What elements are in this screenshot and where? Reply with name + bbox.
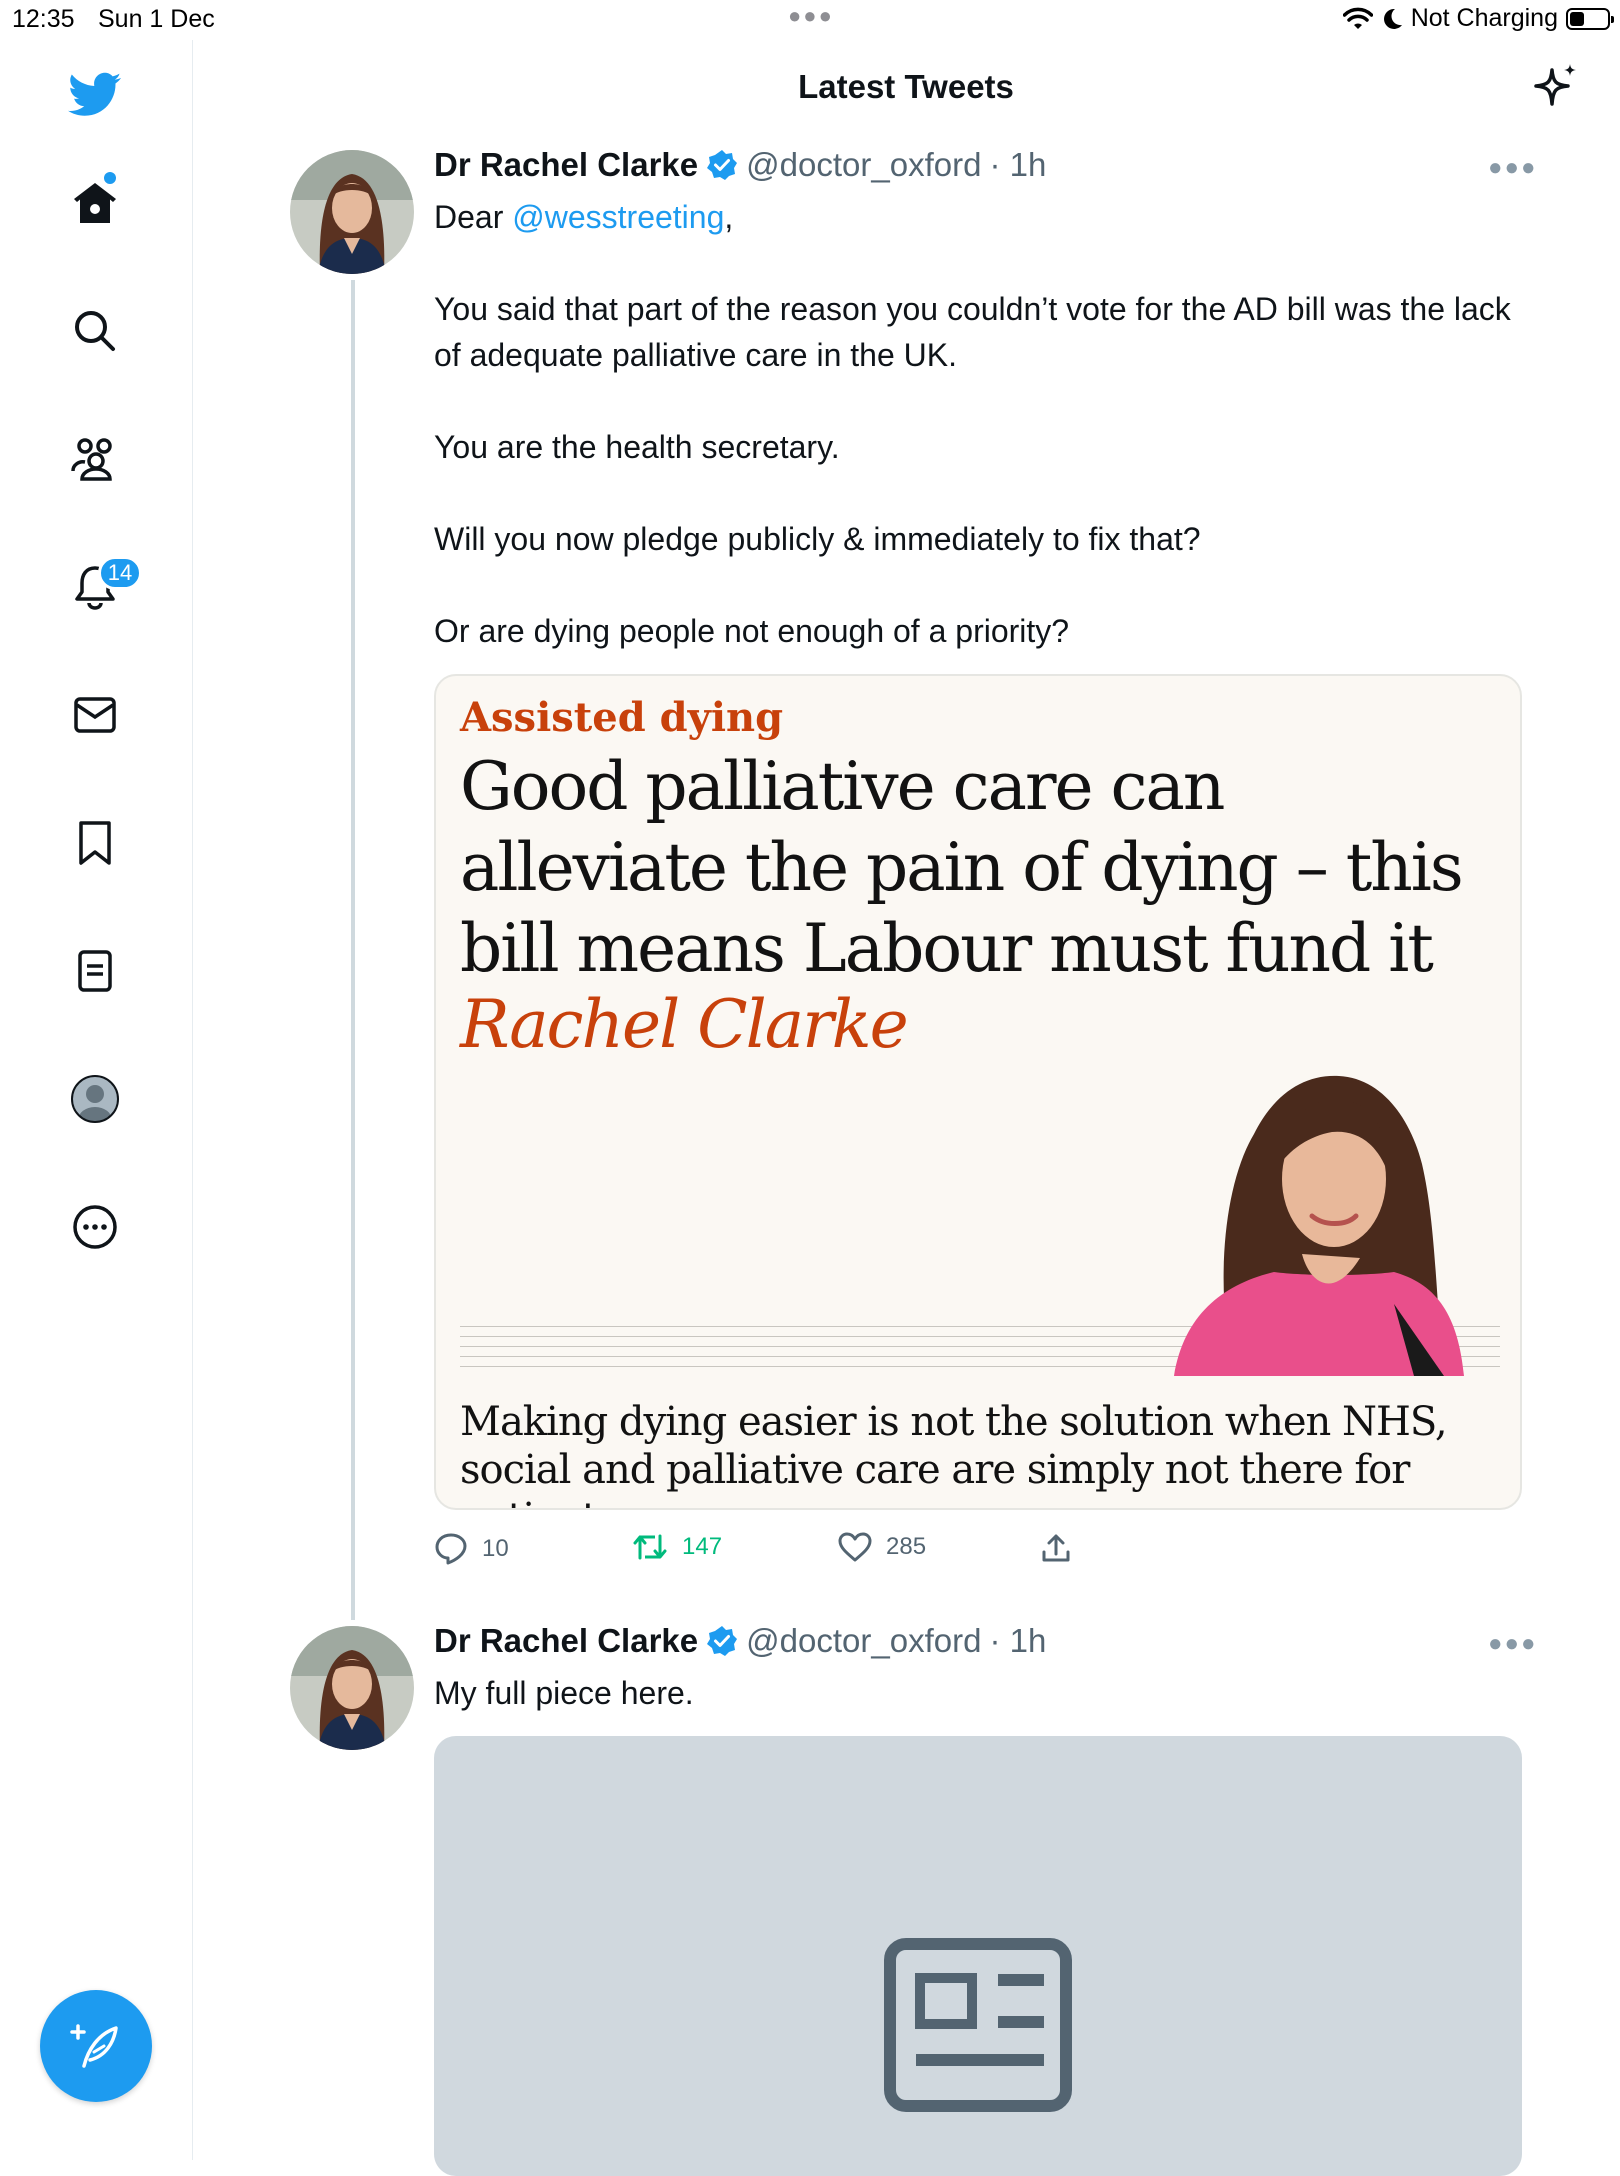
thread-connector-line — [351, 280, 355, 1620]
tweet-header: Dr Rachel Clarke @doctor_oxford · 1h — [434, 1622, 1046, 1660]
status-right: Not Charging — [1342, 4, 1614, 33]
article-image-card[interactable]: Assisted dying Good palliative care can … — [434, 674, 1522, 1510]
moon-icon — [1383, 8, 1402, 29]
link-preview-card[interactable] — [434, 1736, 1522, 2176]
tweet-greeting: Dear @wesstreeting, — [434, 194, 1514, 240]
greeting-suffix: , — [724, 199, 734, 235]
author-name[interactable]: Dr Rachel Clarke — [434, 146, 698, 184]
article-headline: Good palliative care can alleviate the p… — [460, 748, 1464, 987]
tweet-time: · 1h — [989, 146, 1047, 183]
page-title: Latest Tweets — [798, 68, 1014, 105]
tweet-paragraph: Or are dying people not enough of a prio… — [434, 613, 1070, 649]
share-button[interactable] — [1040, 1532, 1072, 1564]
search-icon — [75, 311, 115, 351]
compose-tweet-button[interactable] — [40, 1990, 152, 2102]
share-icon — [1042, 1534, 1070, 1562]
status-date: Sun 1 Dec — [98, 5, 215, 33]
tweet-paragraph: You said that part of the reason you cou… — [434, 291, 1511, 373]
avatar[interactable] — [290, 150, 414, 274]
tweet-more-icon[interactable]: ●●● — [1488, 154, 1538, 182]
sidebar-item-bookmarks[interactable] — [56, 804, 134, 882]
tweet-more-icon[interactable]: ●●● — [1488, 1630, 1538, 1658]
sidebar-item-lists[interactable] — [56, 932, 134, 1010]
charging-status: Not Charging — [1410, 4, 1558, 32]
home-notification-dot — [104, 172, 116, 184]
article-kicker: Assisted dying — [460, 694, 784, 741]
like-count: 285 — [886, 1533, 927, 1560]
tweet-actions: 10 147 285 — [434, 1532, 1522, 1572]
status-time: 12:35 — [12, 5, 75, 33]
tweet-paragraph: You are the health secretary. — [434, 429, 840, 465]
home-icon — [74, 183, 116, 223]
multitasking-dots-icon[interactable]: ●●● — [788, 3, 834, 29]
notifications-badge: 14 — [98, 556, 142, 590]
retweet-count: 147 — [682, 1533, 723, 1560]
battery-icon — [1566, 7, 1614, 30]
mention-link[interactable]: @wesstreeting — [512, 199, 724, 235]
profile-icon — [71, 1075, 119, 1123]
article-standfirst: Making dying easier is not the solution … — [460, 1399, 1448, 1508]
reply-count: 10 — [482, 1535, 509, 1562]
sidebar-item-search[interactable] — [56, 292, 134, 370]
tweet-body: Dear @wesstreeting, You said that part o… — [434, 194, 1514, 654]
twitter-logo-icon[interactable] — [56, 56, 134, 134]
tweet-paragraph: Will you now pledge publicly & immediate… — [434, 521, 1201, 557]
author-handle[interactable]: @doctor_oxford — [746, 146, 981, 184]
reply-button[interactable]: 10 — [434, 1532, 509, 1566]
mail-icon — [74, 697, 116, 733]
sidebar-item-more[interactable] — [56, 1188, 134, 1266]
verified-badge-icon — [707, 1626, 738, 1656]
communities-icon — [71, 438, 112, 481]
sparkle-icon — [1534, 64, 1576, 106]
lists-icon — [78, 950, 112, 992]
battery-level — [1570, 11, 1585, 26]
greeting-prefix: Dear — [434, 199, 513, 235]
status-bar: 12:35 Sun 1 Dec ●●● Not Charging — [0, 0, 1620, 40]
avatar[interactable] — [290, 1626, 414, 1750]
tweet-header: Dr Rachel Clarke @doctor_oxford · 1h — [434, 146, 1046, 184]
author-photo — [1174, 1075, 1464, 1376]
compose-feather-icon — [70, 2024, 118, 2068]
article-byline: Rachel Clarke — [460, 986, 909, 1063]
sidebar-item-messages[interactable] — [56, 676, 134, 754]
retweet-icon — [633, 1534, 667, 1560]
heart-icon — [838, 1532, 872, 1562]
bookmark-icon — [79, 821, 111, 865]
tweet-time: · 1h — [989, 1622, 1047, 1659]
tweet-body: My full piece here. — [434, 1675, 694, 1711]
timeline-settings-button[interactable] — [1532, 62, 1580, 115]
author-handle[interactable]: @doctor_oxford — [746, 1622, 981, 1660]
verified-badge-icon — [707, 150, 738, 180]
author-name[interactable]: Dr Rachel Clarke — [434, 1622, 698, 1660]
retweet-button[interactable]: 147 — [632, 1532, 722, 1562]
sidebar-item-communities[interactable] — [56, 420, 134, 498]
news-article-icon — [884, 1938, 1072, 2112]
sidebar-item-profile[interactable] — [56, 1060, 134, 1138]
wifi-icon — [1342, 7, 1373, 29]
more-circle-icon — [73, 1205, 117, 1249]
reply-icon — [435, 1533, 467, 1565]
like-button[interactable]: 285 — [838, 1532, 926, 1562]
sidebar-item-home[interactable] — [56, 164, 134, 242]
